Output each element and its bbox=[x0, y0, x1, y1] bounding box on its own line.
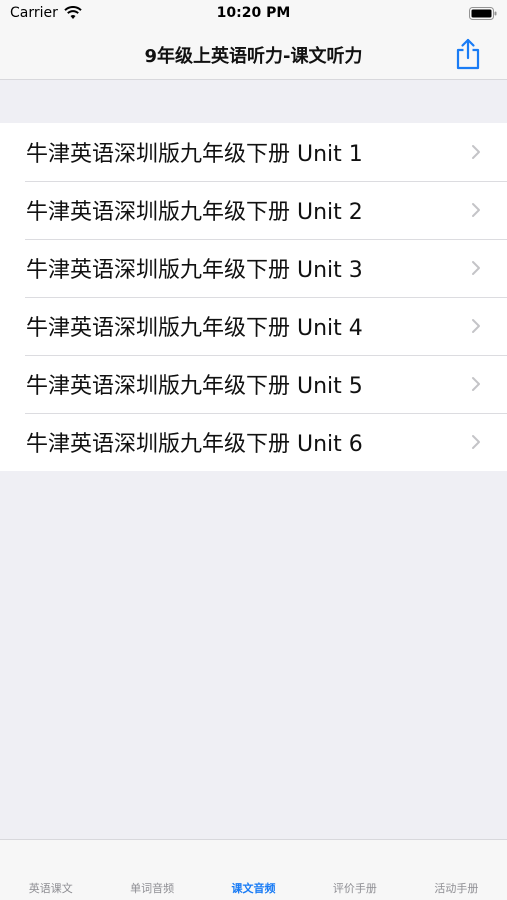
status-time: 10:20 PM bbox=[216, 5, 291, 21]
share-button[interactable] bbox=[453, 36, 483, 72]
list-item-unit-6[interactable]: 牛津英语深圳版九年级下册 Unit 6 bbox=[0, 413, 507, 471]
chevron-right-icon bbox=[472, 319, 480, 333]
tab-label: 评价手册 bbox=[332, 882, 377, 895]
chevron-right-icon bbox=[472, 435, 480, 449]
chevron-right-icon bbox=[472, 261, 480, 275]
status-bar: Carrier 10:20 PM bbox=[0, 0, 507, 30]
chevron-right-icon bbox=[472, 145, 480, 159]
tab-label: 英语课文 bbox=[28, 882, 73, 895]
tab-evaluation-handbook[interactable]: 评价手册 bbox=[304, 840, 405, 900]
tab-bar: 英语课文 单词音频 课文音频 评价手册 活动手册 bbox=[0, 839, 507, 900]
chevron-right-icon bbox=[472, 203, 480, 217]
tab-english-texts[interactable]: 英语课文 bbox=[0, 840, 101, 900]
page-title: 9年级上英语听力-课文听力 bbox=[144, 46, 363, 67]
share-icon bbox=[456, 38, 480, 70]
navigation-bar: 9年级上英语听力-课文听力 bbox=[0, 30, 507, 80]
list-item-unit-3[interactable]: 牛津英语深圳版九年级下册 Unit 3 bbox=[0, 239, 507, 297]
list-item-unit-5[interactable]: 牛津英语深圳版九年级下册 Unit 5 bbox=[0, 355, 507, 413]
list-item-label: 牛津英语深圳版九年级下册 Unit 6 bbox=[26, 432, 363, 457]
battery-icon bbox=[469, 7, 497, 20]
tab-label: 活动手册 bbox=[434, 882, 479, 895]
list-item-label: 牛津英语深圳版九年级下册 Unit 5 bbox=[26, 374, 363, 399]
list-item-label: 牛津英语深圳版九年级下册 Unit 3 bbox=[26, 258, 363, 283]
tab-text-audio[interactable]: 课文音频 bbox=[203, 840, 304, 900]
tab-label: 课文音频 bbox=[231, 882, 276, 895]
list-item-label: 牛津英语深圳版九年级下册 Unit 2 bbox=[26, 200, 363, 225]
list-item-label: 牛津英语深圳版九年级下册 Unit 4 bbox=[26, 316, 363, 341]
unit-list: 牛津英语深圳版九年级下册 Unit 1 牛津英语深圳版九年级下册 Unit 2 … bbox=[0, 123, 507, 471]
tab-label: 单词音频 bbox=[130, 882, 175, 895]
list-item-unit-1[interactable]: 牛津英语深圳版九年级下册 Unit 1 bbox=[0, 123, 507, 181]
list-item-label: 牛津英语深圳版九年级下册 Unit 1 bbox=[26, 142, 363, 167]
chevron-right-icon bbox=[472, 377, 480, 391]
list-item-unit-4[interactable]: 牛津英语深圳版九年级下册 Unit 4 bbox=[0, 297, 507, 355]
tab-activity-handbook[interactable]: 活动手册 bbox=[406, 840, 507, 900]
list-item-unit-2[interactable]: 牛津英语深圳版九年级下册 Unit 2 bbox=[0, 181, 507, 239]
tab-word-audio[interactable]: 单词音频 bbox=[101, 840, 202, 900]
